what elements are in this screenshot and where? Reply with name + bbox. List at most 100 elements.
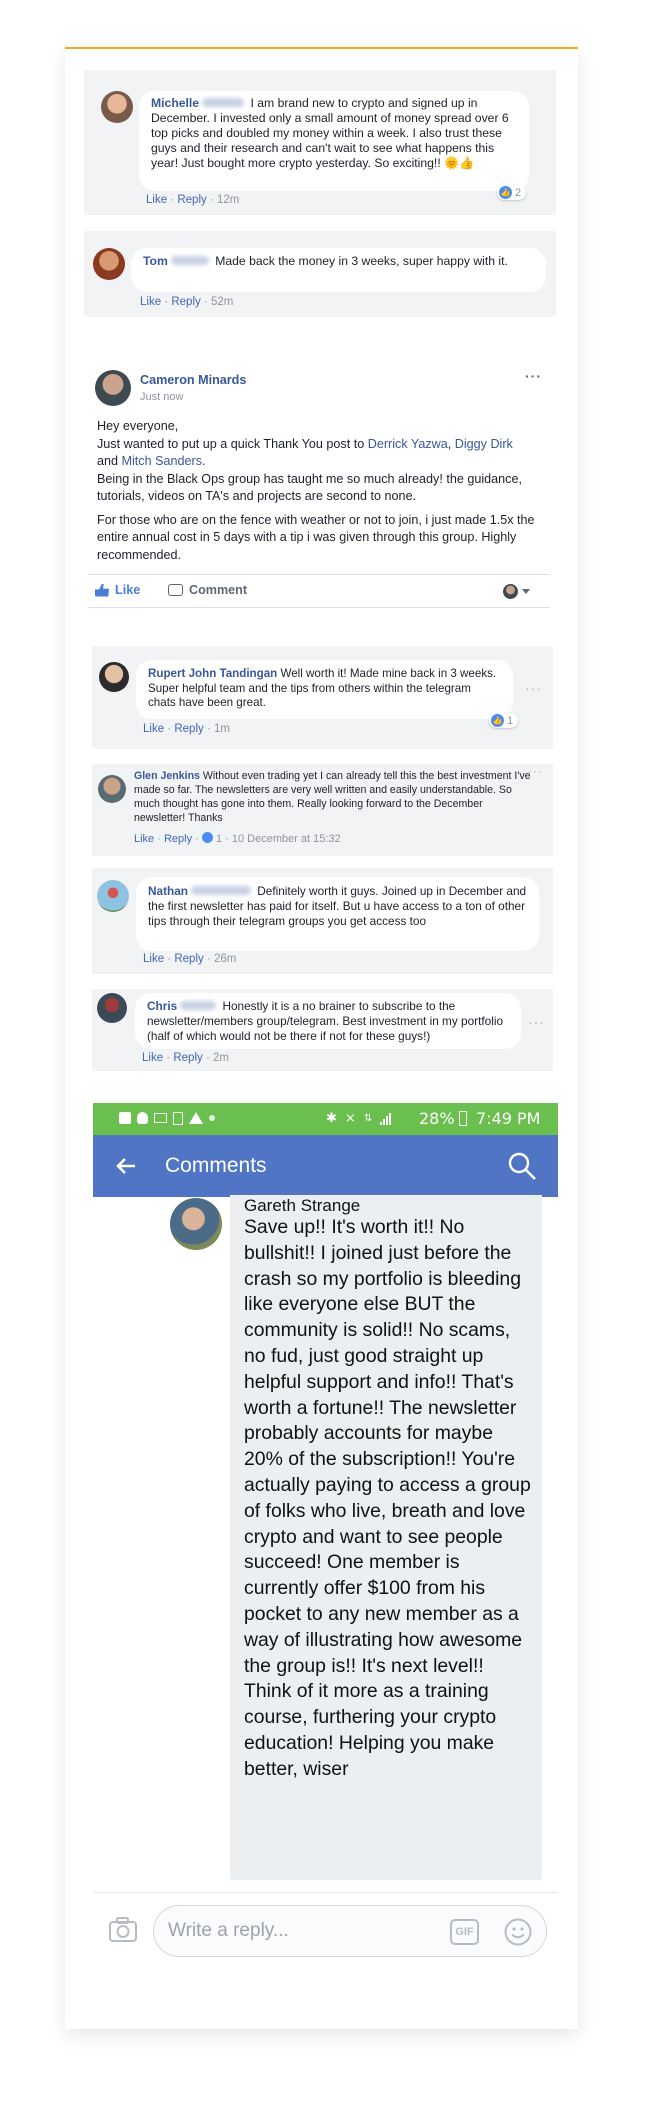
comment-text: I am brand new to crypto and signed up i…	[151, 96, 509, 170]
like-button[interactable]: Like	[95, 583, 140, 597]
like-link[interactable]: Like	[143, 723, 164, 735]
drive-icon	[189, 1112, 203, 1124]
like-link[interactable]: Like	[146, 194, 167, 206]
comment-options-icon[interactable]: ···	[525, 680, 542, 696]
avatar	[101, 91, 133, 123]
accent-line	[65, 47, 578, 49]
reply-link[interactable]: Reply	[164, 833, 192, 845]
page-title: Comments	[165, 1154, 267, 1177]
redacted-surname	[180, 1001, 217, 1011]
post-divider	[88, 574, 550, 575]
commenter-name[interactable]: Michelle	[151, 96, 199, 110]
reply-link[interactable]: Reply	[171, 296, 200, 308]
post-author-avatar[interactable]	[95, 370, 131, 406]
avatar	[97, 880, 129, 912]
comment-text: Save up!! It's worth it!! No bullshit!! …	[244, 1216, 531, 1780]
reply-input[interactable]: Write a reply... GIF	[153, 1905, 547, 1957]
commenter-name[interactable]: Gareth Strange	[244, 1196, 360, 1216]
mention-link[interactable]: Diggy Dirk	[455, 437, 513, 451]
thumbs-up-icon	[201, 832, 213, 843]
post-time: Just now	[140, 391, 184, 403]
mention-link[interactable]: Derrick Yazwa	[368, 437, 448, 451]
thumbs-up-icon: 👍	[491, 714, 504, 727]
comment-actions: Like · Reply · 52m	[140, 296, 234, 308]
comment-icon	[168, 584, 183, 596]
commenter-name[interactable]: Rupert John Tandingan	[148, 667, 277, 680]
post-divider	[88, 607, 550, 608]
comment-bubble: Nathan Definitely worth it guys. Joined …	[136, 877, 539, 951]
commenter-name[interactable]: Glen Jenkins	[134, 770, 200, 782]
avatar	[170, 1198, 222, 1250]
reply-link[interactable]: Reply	[177, 194, 206, 206]
post-paragraph: Being in the Black Ops group has taught …	[97, 471, 522, 504]
redacted-surname	[202, 98, 245, 108]
redacted-surname	[170, 256, 209, 266]
comment-time: 1m	[213, 723, 230, 735]
redacted-surname	[190, 886, 251, 896]
commenter-name[interactable]: Chris	[147, 999, 177, 1013]
snapchat-icon	[137, 1112, 148, 1124]
clipboard-icon	[173, 1112, 183, 1125]
comment-button[interactable]: Comment	[168, 583, 247, 597]
reply-link[interactable]: Reply	[174, 953, 203, 965]
post-body: Hey everyone, Just wanted to put up a qu…	[97, 418, 537, 570]
signal-icon	[380, 1112, 392, 1125]
emoji-icon[interactable]	[503, 1917, 533, 1947]
avatar	[97, 993, 127, 1023]
comment-text: Made back the money in 3 weeks, super ha…	[215, 254, 508, 268]
reaction-count[interactable]: 👍 1	[489, 713, 519, 728]
comment-bubble: Michelle I am brand new to crypto and si…	[139, 91, 529, 191]
comment-actions: Like · Reply · 1m	[143, 723, 230, 735]
back-arrow-icon[interactable]	[115, 1155, 137, 1177]
reply-link[interactable]: Reply	[174, 723, 203, 735]
camera-icon[interactable]	[108, 1916, 138, 1944]
comment-time: 10 December at 15:32	[231, 833, 341, 845]
notification-icons	[119, 1112, 215, 1125]
post-paragraph: For those who are on the fence with weat…	[97, 512, 535, 562]
youtube-icon	[119, 1112, 131, 1124]
gif-label: GIF	[455, 1926, 474, 1938]
reply-link[interactable]: Reply	[173, 1052, 202, 1064]
data-icon: ⇅	[363, 1113, 373, 1124]
avatar	[99, 662, 129, 692]
comment-time: 26m	[213, 953, 237, 965]
like-link[interactable]: Like	[140, 296, 161, 308]
reaction-count[interactable]: 👍 2	[497, 185, 527, 200]
search-icon[interactable]	[506, 1150, 538, 1182]
like-link[interactable]: Like	[134, 833, 154, 845]
like-link[interactable]: Like	[142, 1052, 163, 1064]
gif-button[interactable]: GIF	[450, 1919, 479, 1945]
comment-actions: Like · Reply · 26m	[143, 953, 237, 965]
like-link[interactable]: Like	[143, 953, 164, 965]
mention-link[interactable]: Mitch Sanders	[122, 454, 203, 468]
comment-text-block: Glen Jenkins Without even trading yet I …	[134, 769, 534, 825]
battery-icon	[459, 1111, 467, 1126]
comment-bubble: Rupert John Tandingan Well worth it! Mad…	[136, 660, 513, 719]
commenter-name[interactable]: Tom	[143, 254, 168, 268]
avatar	[503, 584, 518, 599]
app-bar: Comments	[93, 1135, 558, 1197]
audience-selector[interactable]	[503, 584, 530, 599]
comment-actions: Like · Reply · 2m	[142, 1052, 229, 1064]
post-greeting: Hey everyone,	[97, 419, 179, 433]
bluetooth-icon: ✱	[326, 1111, 337, 1126]
avatar	[98, 775, 126, 803]
comment-time: 2m	[212, 1052, 229, 1064]
post-options-icon[interactable]: ···	[525, 368, 542, 384]
reply-divider	[93, 1892, 558, 1893]
dot-icon	[209, 1115, 215, 1121]
comment-options-icon[interactable]: ···	[528, 1014, 545, 1030]
post-thanks-line: Just wanted to put up a quick Thank You …	[97, 436, 513, 469]
comment-actions: Like · Reply · 1 · 10 December at 15:32	[134, 832, 341, 845]
system-icons: ✱ ⨯ ⇅	[326, 1111, 392, 1126]
comment-options-icon[interactable]: ···	[528, 764, 543, 778]
reaction-count[interactable]: 1	[216, 833, 222, 845]
status-bar: ✱ ⨯ ⇅ 28% 7:49 PM	[93, 1103, 558, 1135]
commenter-name[interactable]: Nathan	[148, 884, 188, 898]
chevron-down-icon	[522, 589, 530, 594]
avatar	[93, 248, 125, 280]
post-author[interactable]: Cameron Minards	[140, 373, 246, 387]
comment-actions: Like · Reply · 12m	[146, 194, 240, 206]
mute-icon: ⨯	[344, 1111, 356, 1126]
comment-time: 12m	[216, 194, 240, 206]
